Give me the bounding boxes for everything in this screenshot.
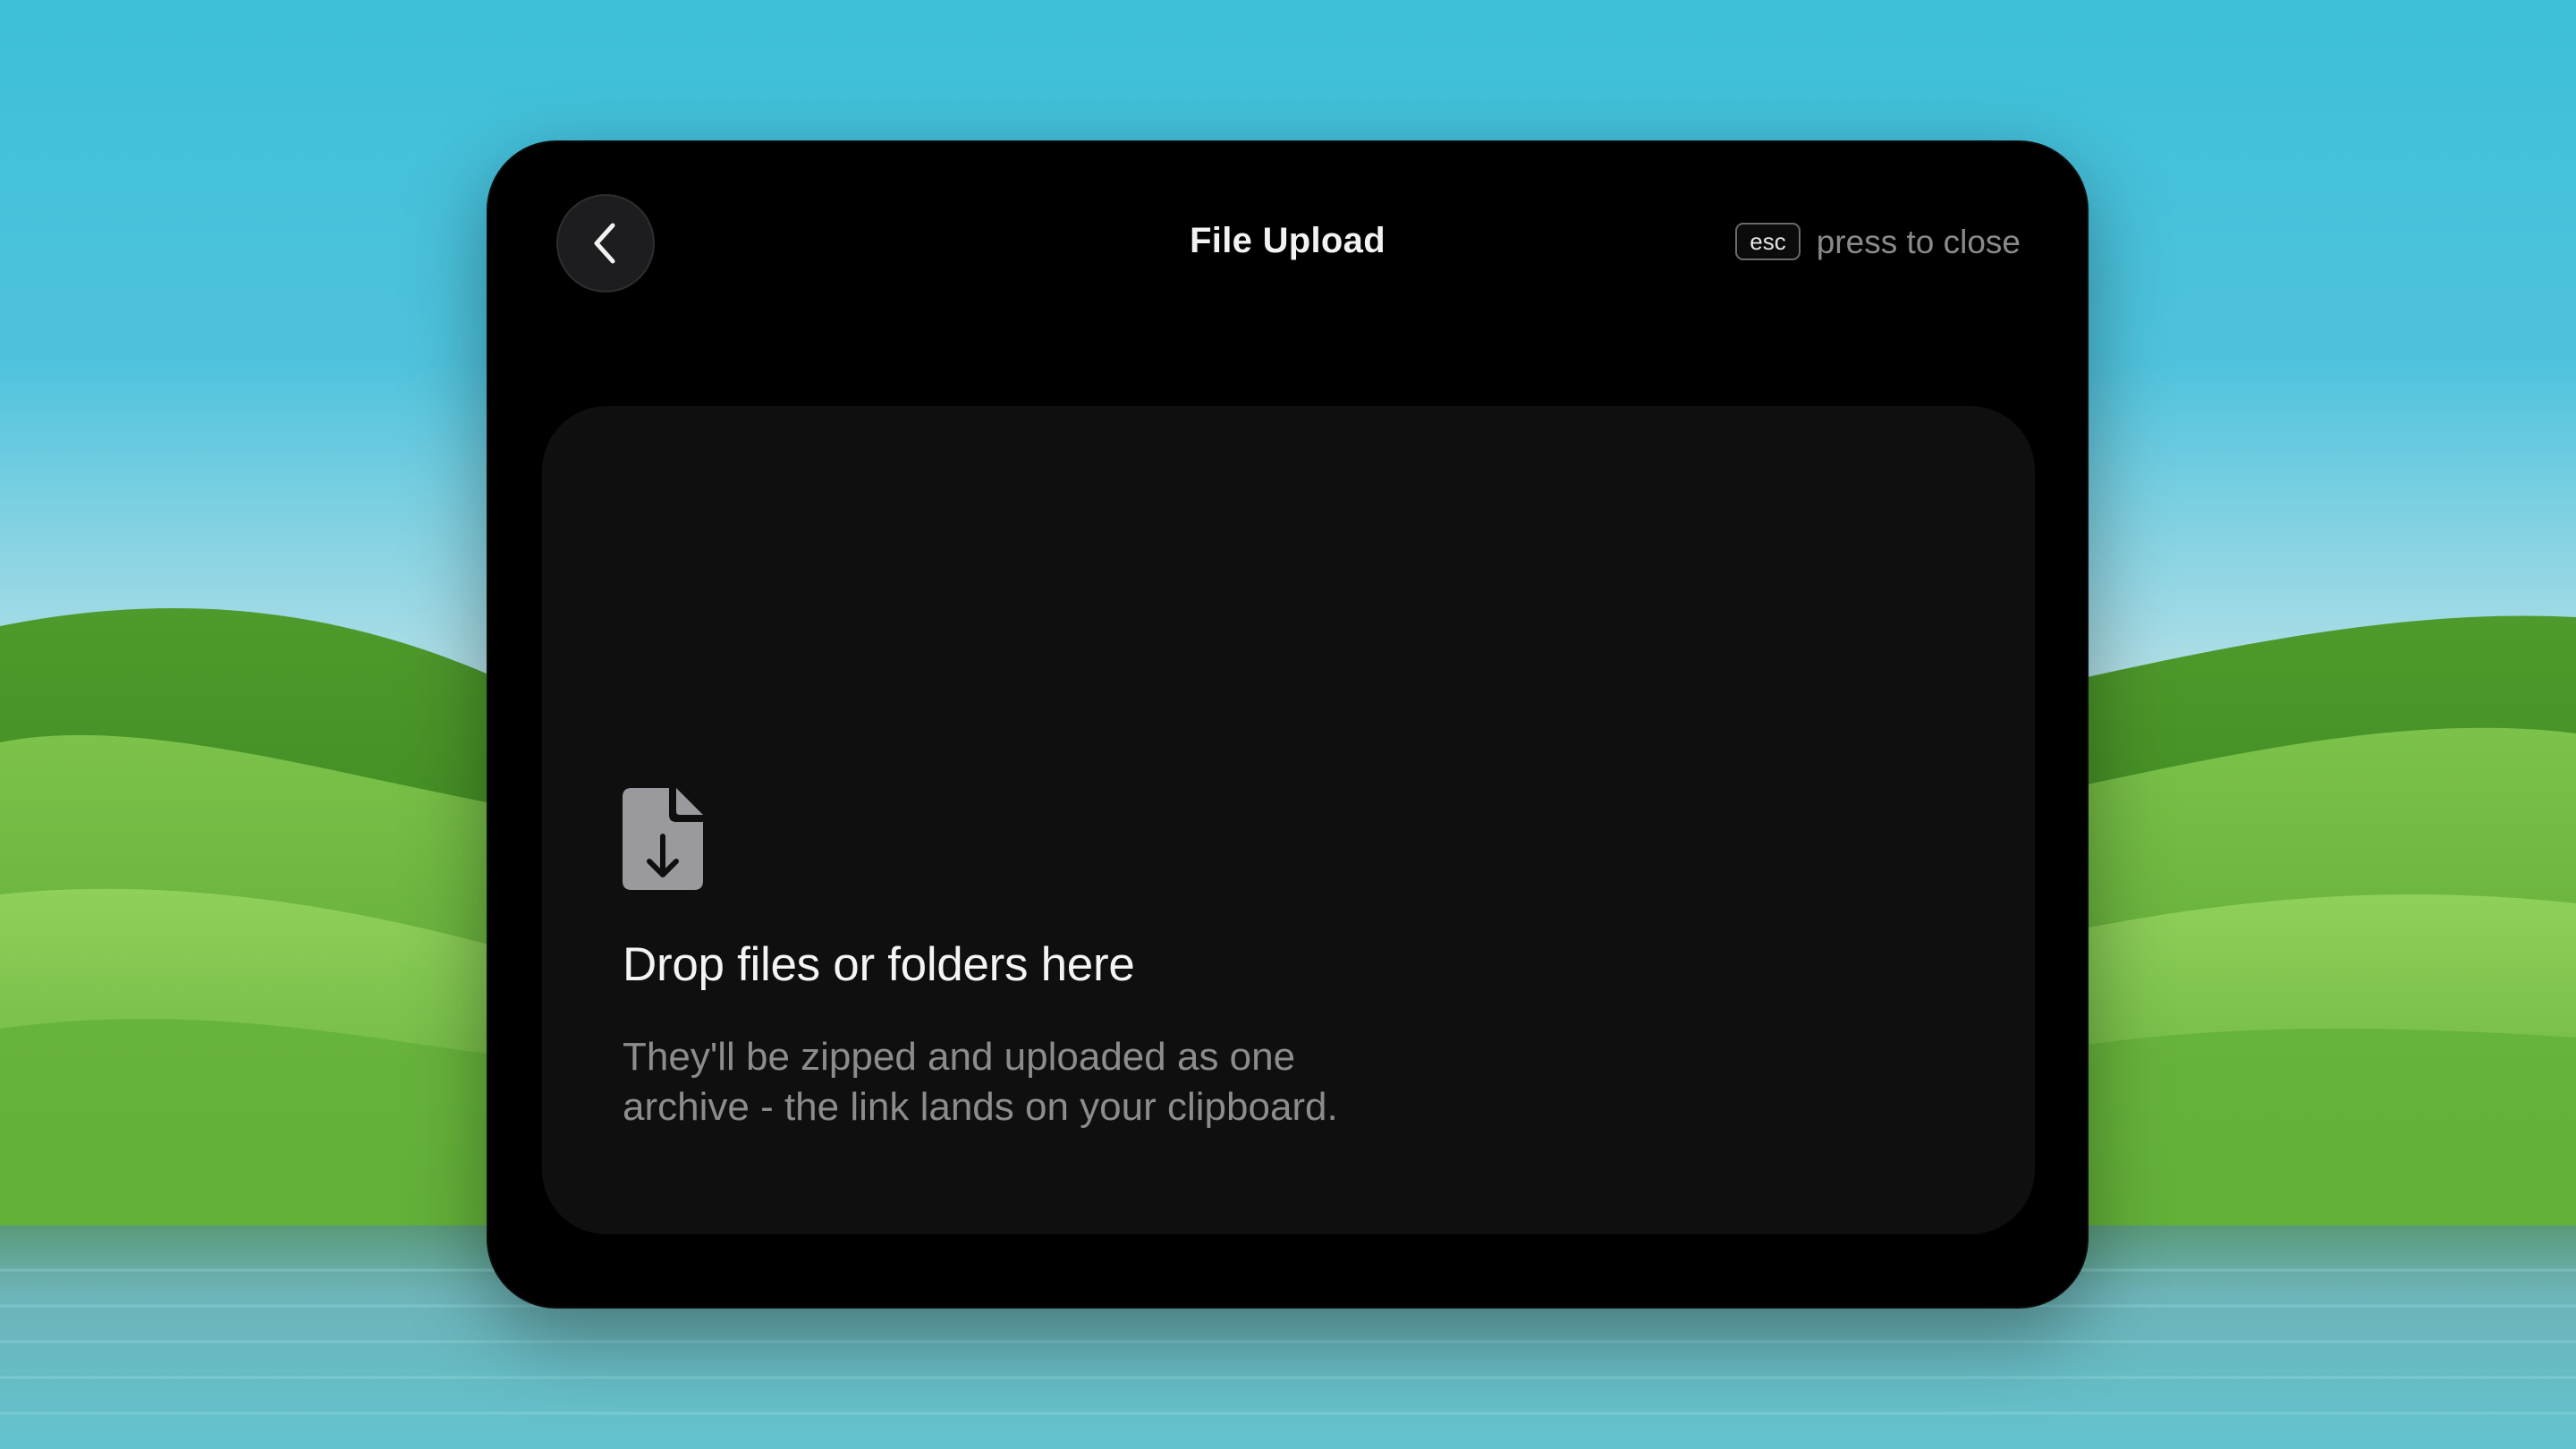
file-upload-panel: File Upload esc press to close Drop file… [487,140,2089,1309]
file-download-icon [623,788,703,890]
close-hint-label: press to close [1816,223,2021,260]
file-drop-zone[interactable]: Drop files or folders here They'll be zi… [542,406,2035,1234]
esc-key-badge: esc [1735,223,1801,260]
drop-zone-title: Drop files or folders here [623,938,1135,991]
close-hint: esc press to close [1735,223,2021,260]
drop-zone-description: They'll be zipped and uploaded as one ar… [623,1035,1338,1129]
